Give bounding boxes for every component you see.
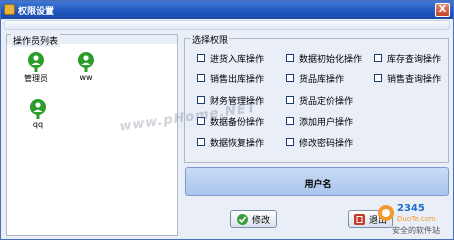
brand-logo-icon: 2345 DuoTe.com 安全的软件站	[378, 203, 440, 235]
permission-group: 选择权限 进货入库操作 数据初始化操作 库存查询操作 销售出库操作 货品库操作 …	[184, 33, 449, 163]
checkbox-label: 销售查询操作	[387, 74, 442, 85]
exit-icon	[353, 213, 365, 225]
user-item-admin[interactable]: 管理员	[19, 52, 53, 84]
checkbox-label: 库存查询操作	[387, 54, 442, 65]
title-bar[interactable]: 权限设置 X	[1, 1, 453, 19]
brand-slogan: 安全的软件站	[392, 225, 440, 235]
app-icon	[4, 4, 15, 15]
site-brand-logo: 2345 DuoTe.com 安全的软件站	[376, 197, 454, 239]
user-name: ww	[79, 73, 93, 82]
checkbox-box[interactable]	[374, 54, 382, 62]
checkbox-label: 修改密码操作	[299, 138, 354, 149]
perm-checkbox-stock-in[interactable]: 进货入库操作	[197, 53, 265, 65]
checkbox-box[interactable]	[197, 74, 205, 82]
user-icon	[78, 52, 94, 72]
checkbox-box[interactable]	[197, 96, 205, 104]
perm-checkbox-data-init[interactable]: 数据初始化操作	[286, 53, 363, 65]
check-icon	[236, 213, 248, 225]
checkbox-box[interactable]	[286, 117, 294, 125]
perm-checkbox-pricing[interactable]: 货品定价操作	[286, 95, 354, 107]
checkbox-box[interactable]	[197, 138, 205, 146]
selected-user-panel: 用户名	[185, 167, 449, 196]
checkbox-label: 销售出库操作	[210, 74, 265, 85]
user-name: 管理员	[24, 74, 48, 83]
checkbox-box[interactable]	[197, 54, 205, 62]
checkbox-label: 进货入库操作	[210, 54, 265, 65]
user-icon	[30, 99, 46, 119]
brand-logo-text: 2345	[397, 203, 425, 214]
perm-checkbox-goods-library[interactable]: 货品库操作	[286, 73, 345, 85]
selected-user-label: 用户名	[304, 180, 332, 190]
operator-list-title: 操作员列表	[11, 34, 61, 47]
perm-checkbox-change-password[interactable]: 修改密码操作	[286, 137, 354, 149]
toolbar-strip	[4, 20, 450, 30]
checkbox-box[interactable]	[286, 74, 294, 82]
checkbox-label: 货品库操作	[299, 74, 345, 85]
modify-button[interactable]: 修改	[230, 210, 277, 228]
perm-checkbox-add-user[interactable]: 添加用户操作	[286, 116, 354, 128]
user-icon	[28, 52, 44, 72]
permission-group-title: 选择权限	[191, 33, 230, 46]
checkbox-label: 数据初始化操作	[299, 54, 363, 65]
brand-sub-text: DuoTe.com	[397, 215, 436, 223]
operator-list-panel: 操作员列表 管理员 ww qq	[6, 34, 178, 236]
perm-checkbox-sales-out[interactable]: 销售出库操作	[197, 73, 265, 85]
checkbox-box[interactable]	[374, 74, 382, 82]
user-item-ww[interactable]: ww	[69, 52, 103, 82]
modify-button-label: 修改	[251, 215, 270, 226]
checkbox-box[interactable]	[286, 54, 294, 62]
checkbox-box[interactable]	[286, 96, 294, 104]
user-item-qq[interactable]: qq	[21, 99, 55, 129]
user-name: qq	[32, 120, 44, 129]
checkbox-label: 数据恢复操作	[210, 138, 265, 149]
window-title: 权限设置	[18, 7, 55, 17]
permission-settings-window: 权限设置 X 操作员列表 管理员 ww qq 选择权限 进货入库操作 数据初始化…	[0, 0, 454, 240]
perm-checkbox-sales-query[interactable]: 销售查询操作	[374, 73, 442, 85]
close-button[interactable]: X	[435, 3, 450, 17]
checkbox-label: 货品定价操作	[299, 96, 354, 107]
checkbox-label: 添加用户操作	[299, 117, 354, 128]
perm-checkbox-restore[interactable]: 数据恢复操作	[197, 137, 265, 149]
perm-checkbox-inventory-query[interactable]: 库存查询操作	[374, 53, 442, 65]
checkbox-box[interactable]	[286, 138, 294, 146]
